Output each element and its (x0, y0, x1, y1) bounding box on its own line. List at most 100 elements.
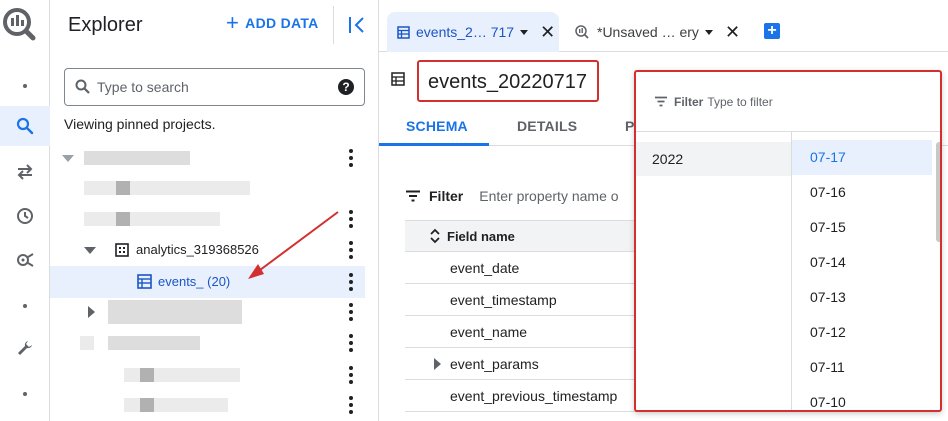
day-option[interactable]: 07-10 (792, 385, 932, 410)
dot-icon[interactable] (0, 66, 50, 106)
filter-icon (655, 96, 667, 107)
more-icon[interactable] (349, 334, 353, 352)
day-option[interactable]: 07-15 (792, 210, 932, 245)
more-icon[interactable] (349, 210, 353, 228)
table-icon (391, 72, 405, 86)
tab-unsaved-query[interactable]: *Unsaved … ery ✕ (575, 12, 745, 52)
new-tab-button[interactable]: + (764, 23, 780, 39)
tree-row-project[interactable] (50, 296, 365, 328)
field-name: event_name (450, 324, 528, 340)
tab-schema[interactable]: SCHEMA (406, 118, 468, 134)
day-label: 07-17 (810, 149, 846, 165)
dataset-icon (115, 243, 129, 257)
chevron-down-icon[interactable] (704, 29, 713, 35)
analytics-icon[interactable] (0, 240, 50, 280)
dot-icon[interactable] (0, 374, 50, 414)
tree-row[interactable] (50, 389, 365, 421)
day-option[interactable]: 07-16 (792, 175, 932, 210)
tree-row[interactable] (50, 327, 365, 359)
page-title: events_20220717 (428, 71, 588, 93)
transfer-icon[interactable] (0, 152, 50, 192)
tree-row-project[interactable] (50, 142, 365, 174)
more-icon[interactable] (349, 366, 353, 384)
tree-row[interactable] (50, 172, 365, 204)
day-option[interactable]: 07-14 (792, 245, 932, 280)
tab-label: events_2… 717 (416, 24, 515, 40)
plus-icon: + (226, 10, 240, 35)
add-data-button[interactable]: + ADD DATA (226, 10, 319, 35)
collapse-panel-icon[interactable] (347, 14, 367, 36)
day-label: 07-10 (810, 394, 846, 410)
year-label: 2022 (652, 151, 684, 167)
redacted-text (108, 300, 242, 324)
day-label: 07-14 (810, 254, 846, 270)
more-icon[interactable] (349, 273, 353, 291)
filter-icon (406, 190, 420, 202)
table-row[interactable]: event_previous_timestamp (405, 380, 665, 412)
search-input[interactable]: Type to search ? (64, 68, 365, 106)
date-shard-dropdown: Filter Type to filter 2022 07-17 07-16 0… (634, 70, 942, 412)
wrench-icon[interactable] (0, 328, 50, 368)
history-icon[interactable] (0, 196, 50, 236)
more-icon[interactable] (349, 396, 353, 414)
table-label: events_ (20) (158, 274, 231, 289)
dropdown-filter-input[interactable]: Filter Type to filter (636, 72, 940, 132)
redacted-text (140, 398, 154, 412)
more-icon[interactable] (349, 149, 353, 167)
tree-row[interactable] (50, 203, 365, 235)
bigquery-logo-icon[interactable] (2, 6, 36, 42)
tab-label: *Unsaved … ery (597, 24, 699, 40)
chevron-down-icon[interactable] (520, 29, 529, 35)
redacted-text (84, 181, 250, 195)
table-icon (397, 25, 410, 39)
tree-row[interactable] (50, 359, 365, 391)
year-option[interactable]: 2022 (636, 142, 791, 176)
table-row[interactable]: event_params (405, 348, 665, 380)
day-option[interactable]: 07-11 (792, 350, 932, 385)
day-label: 07-15 (810, 219, 846, 235)
redacted-text (116, 181, 130, 195)
table-title-highlight: events_20220717 (417, 60, 599, 102)
table-row[interactable]: event_name (405, 316, 665, 348)
close-icon[interactable]: ✕ (725, 23, 740, 41)
field-name: event_timestamp (450, 292, 557, 308)
table-row[interactable]: event_date (405, 252, 665, 284)
tree-row-table[interactable]: events_ (20) (50, 266, 365, 298)
redacted-text (116, 212, 130, 226)
expand-icon[interactable] (434, 358, 441, 370)
day-option[interactable]: 07-12 (792, 315, 932, 350)
editor-tabs: events_2… 717 ✕ *Unsaved … ery ✕ + (379, 0, 948, 52)
tree-row-dataset[interactable]: analytics_319368526 (50, 234, 365, 266)
help-icon[interactable]: ? (338, 79, 354, 95)
table-row[interactable]: event_timestamp (405, 284, 665, 316)
filter-label: Filter (429, 188, 464, 204)
tab-details[interactable]: DETAILS (517, 118, 577, 134)
divider (333, 6, 334, 44)
search-placeholder: Type to search (97, 79, 189, 95)
schema-filter[interactable]: Filter Enter property name o (405, 174, 665, 218)
field-name: event_date (450, 260, 520, 276)
expand-icon[interactable] (88, 306, 95, 318)
column-header-field-name: Field name (447, 228, 515, 244)
more-icon[interactable] (349, 303, 353, 321)
day-option[interactable]: 07-13 (792, 280, 932, 315)
day-label: 07-16 (810, 184, 846, 200)
close-icon[interactable]: ✕ (540, 23, 555, 41)
dataset-label: analytics_319368526 (136, 242, 259, 257)
day-label: 07-13 (810, 289, 846, 305)
dot-icon[interactable] (0, 286, 50, 326)
redacted-text (80, 336, 94, 350)
tab-events[interactable]: events_2… 717 ✕ (387, 12, 559, 52)
sort-icon[interactable] (429, 228, 441, 244)
active-tab-indicator (379, 143, 489, 146)
explorer-panel: Explorer + ADD DATA Type to search ? Vie… (50, 0, 379, 421)
more-icon[interactable] (349, 241, 353, 259)
expand-icon[interactable] (84, 247, 96, 254)
expand-icon[interactable] (62, 155, 74, 162)
day-option[interactable]: 07-17 (792, 140, 932, 175)
explorer-title: Explorer (68, 14, 143, 36)
search-icon[interactable] (0, 106, 50, 146)
redacted-text (140, 368, 154, 382)
scrollbar[interactable] (936, 142, 940, 242)
filter-placeholder: Enter property name o (479, 188, 619, 204)
